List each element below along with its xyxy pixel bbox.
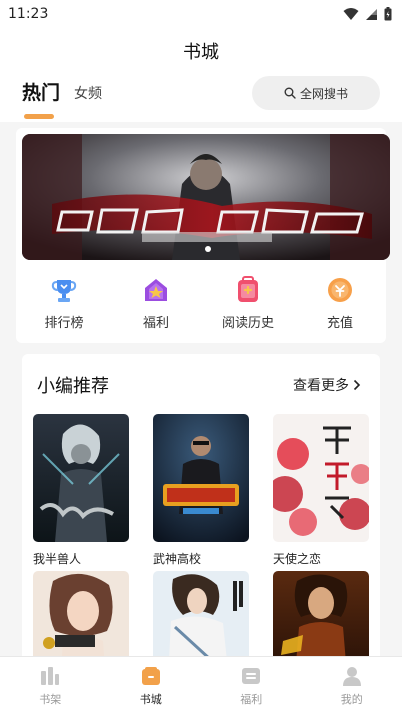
tab-active-indicator <box>24 114 54 119</box>
book-title: 我半兽人 <box>33 552 82 566</box>
profile-icon <box>342 666 361 686</box>
tab-female[interactable]: 女频 <box>74 83 102 105</box>
coin-icon <box>328 278 352 302</box>
quick-item-recharge[interactable]: 充值 <box>304 276 376 331</box>
book-cover <box>273 414 369 542</box>
view-more-label: 查看更多 <box>293 378 349 394</box>
nav-item-welfare[interactable]: 福利 <box>211 665 291 707</box>
bottom-nav: 书架 书城 福利 我的 <box>0 656 402 714</box>
wifi-icon <box>343 8 359 20</box>
search-label: 全网搜书 <box>299 86 348 101</box>
book-item[interactable]: 我半兽人 <box>33 414 129 567</box>
nav-label-welfare: 福利 <box>240 692 263 706</box>
bookstore-icon <box>141 666 160 685</box>
search-button[interactable]: 全网搜书 <box>252 76 380 110</box>
book-item[interactable]: 武神高校 <box>153 414 249 567</box>
quick-label-welfare: 福利 <box>142 316 169 331</box>
status-icons <box>343 7 392 21</box>
category-tabs: 热门 女频 <box>22 78 102 119</box>
nav-label-bookstore: 书城 <box>139 692 162 706</box>
banner-indicator-dot <box>205 246 211 252</box>
nav-label-bookshelf: 书架 <box>39 692 62 706</box>
book-item[interactable]: 天使之恋 <box>273 414 369 567</box>
gift-house-icon <box>145 279 167 301</box>
tab-hot-label: 热门 <box>22 82 61 104</box>
bookshelf-icon <box>41 666 60 685</box>
tab-hot[interactable]: 热门 <box>22 78 61 119</box>
battery-icon <box>384 7 392 21</box>
quick-label-recharge: 充值 <box>326 316 353 331</box>
nav-item-bookshelf[interactable]: 书架 <box>10 665 90 707</box>
signal-icon <box>366 8 377 20</box>
quick-nav: 排行榜 福利 阅读历史 充值 <box>22 276 382 331</box>
quick-item-welfare[interactable]: 福利 <box>120 276 192 331</box>
recommend-title: 小编推荐 <box>37 376 109 397</box>
book-cover <box>33 414 129 542</box>
welfare-icon <box>242 667 261 684</box>
banner-image <box>22 134 390 260</box>
book-title: 天使之恋 <box>273 552 322 566</box>
book-cover <box>153 414 249 542</box>
trophy-icon <box>51 280 77 302</box>
view-more-link[interactable]: 查看更多 <box>293 375 361 395</box>
quick-item-ranking[interactable]: 排行榜 <box>28 276 100 331</box>
status-bar: 11:23 <box>0 0 402 28</box>
page-title: 书城 <box>183 42 219 63</box>
nav-label-profile: 我的 <box>340 692 363 706</box>
tab-female-label: 女频 <box>74 86 103 102</box>
status-time: 11:23 <box>8 6 49 22</box>
nav-item-bookstore[interactable]: 书城 <box>111 665 191 707</box>
history-bag-icon <box>238 276 258 302</box>
quick-label-history: 阅读历史 <box>221 316 274 331</box>
book-title: 武神高校 <box>153 552 202 566</box>
quick-item-history[interactable]: 阅读历史 <box>212 276 284 331</box>
nav-item-profile[interactable]: 我的 <box>312 665 392 707</box>
search-icon <box>284 87 296 99</box>
quick-label-ranking: 排行榜 <box>44 316 84 331</box>
banner-carousel[interactable] <box>22 134 390 260</box>
chevron-right-icon <box>353 379 361 391</box>
